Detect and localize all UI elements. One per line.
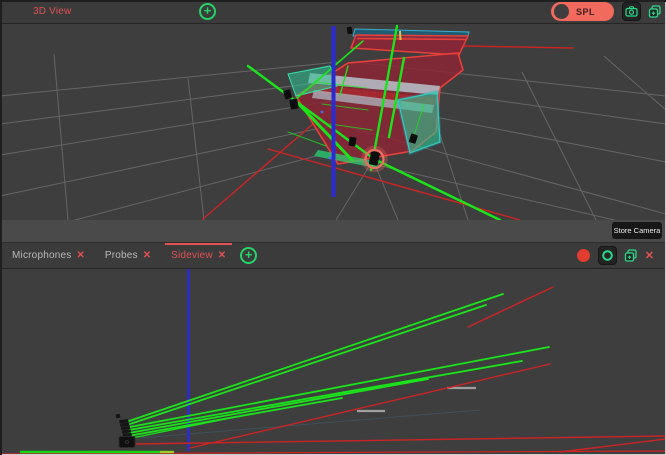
- duplicate-view-button-bottom[interactable]: [624, 249, 638, 263]
- speaker-mid[interactable]: [348, 137, 356, 147]
- tab-microphones-label: Microphones: [12, 250, 71, 261]
- camera-icon: [625, 6, 638, 17]
- line-array-speaker[interactable]: [116, 414, 135, 448]
- record-icon[interactable]: [577, 249, 590, 262]
- close-icon[interactable]: ✕: [218, 251, 226, 261]
- duplicate-view-button[interactable]: [648, 5, 662, 19]
- speaker-left-top[interactable]: [283, 89, 292, 99]
- tab-microphones[interactable]: Microphones ✕: [0, 243, 95, 268]
- speaker-base-cabinet[interactable]: [119, 437, 135, 448]
- ring-icon: [601, 249, 614, 262]
- green-rays-sideview: [127, 294, 549, 439]
- tab-sideview-label: Sideview: [171, 250, 213, 261]
- add-view-button-bottom[interactable]: +: [240, 247, 257, 264]
- viewport-sideview[interactable]: [0, 267, 666, 455]
- active-tab-indicator: [17, 0, 193, 2]
- spl-toggle-label: SPL: [576, 7, 595, 17]
- camera-button[interactable]: [622, 2, 641, 21]
- probe-dot: [329, 157, 332, 160]
- add-view-button[interactable]: +: [199, 3, 216, 20]
- spl-toggle[interactable]: SPL: [551, 2, 614, 21]
- duplicate-view-icon: [624, 249, 638, 263]
- scene-sideview: [0, 267, 666, 455]
- red-rays-sideview: [0, 287, 666, 454]
- scene-3d: [0, 23, 666, 220]
- ring-button[interactable]: [598, 246, 617, 265]
- spl-toggle-knob[interactable]: [554, 4, 569, 19]
- probe-dot: [321, 111, 324, 114]
- tab-sideview[interactable]: Sideview ✕: [161, 243, 236, 268]
- yellow-marker: [400, 31, 401, 40]
- viewport-3d[interactable]: [0, 23, 666, 220]
- tab-probes-label: Probes: [105, 250, 138, 261]
- tab-3d-view[interactable]: 3D View: [0, 0, 193, 23]
- close-icon[interactable]: ✕: [645, 249, 654, 262]
- splitter-band[interactable]: [0, 220, 666, 242]
- close-icon[interactable]: ✕: [143, 251, 151, 261]
- store-camera-tooltip-label: Store Camera: [614, 226, 661, 235]
- top-view-bar: 3D View + SPL: [0, 0, 666, 24]
- close-icon[interactable]: ✕: [76, 251, 84, 261]
- speaker-balcony[interactable]: [347, 27, 353, 35]
- bottom-view-bar: Microphones ✕ Probes ✕ Sideview ✕ +: [0, 242, 666, 269]
- active-tab-indicator: [165, 243, 232, 245]
- tab-probes[interactable]: Probes ✕: [95, 243, 161, 268]
- tab-3d-view-label: 3D View: [33, 6, 71, 17]
- gray-dashes: [357, 388, 476, 411]
- store-camera-tooltip: Store Camera: [612, 222, 662, 239]
- speaker-left[interactable]: [289, 98, 299, 109]
- app-window: 3D View + SPL: [0, 0, 666, 455]
- duplicate-view-icon: [648, 5, 662, 19]
